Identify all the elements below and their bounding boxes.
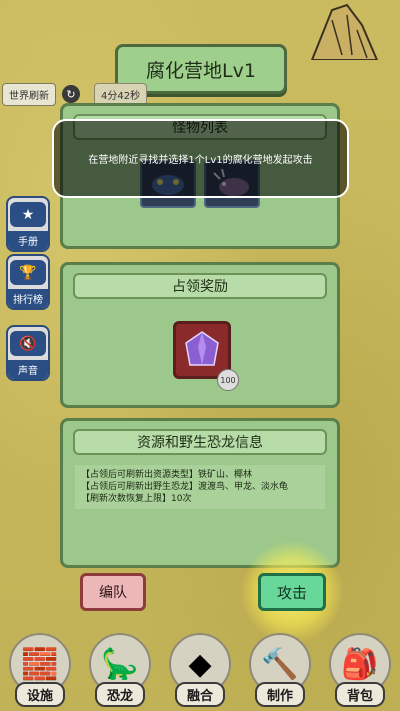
nav-item-backpack[interactable]: 🎒 背包: [323, 623, 397, 707]
attack-button[interactable]: 攻击: [258, 573, 326, 611]
side-button-sound[interactable]: 🔇 声音: [6, 325, 50, 381]
speaker-mute-icon: 🔇: [10, 331, 46, 356]
nav-label: 制作: [254, 682, 305, 707]
nav-label: 背包: [334, 682, 385, 707]
resource-info-body: 【占领后可刷新出资源类型】铁矿山、椰林 【占领后可刷新出野生恐龙】渡渡鸟、甲龙、…: [75, 465, 325, 509]
nav-label: 恐龙: [94, 682, 145, 707]
nav-item-fusion[interactable]: ◆ 融合: [163, 623, 237, 707]
reward-count: 100: [217, 369, 239, 391]
book-star-icon: ★: [10, 202, 46, 227]
nav-label: 设施: [14, 682, 65, 707]
info-line: 【占领后可刷新出资源类型】铁矿山、椰林: [81, 470, 253, 480]
nav-item-facilities[interactable]: 🧱 设施: [3, 623, 77, 707]
refresh-icon[interactable]: ↻: [62, 85, 80, 103]
nav-label: 融合: [174, 682, 225, 707]
side-button-label: 手册: [8, 231, 48, 250]
edit-team-button[interactable]: 编队: [80, 573, 146, 611]
info-line: 【占领后可刷新出野生恐龙】渡渡鸟、甲龙、淡水龟: [81, 482, 289, 492]
bottom-nav: 🧱 设施 🦕 恐龙 ◆ 融合 🔨 制作 🎒 背包: [0, 624, 400, 711]
reward-header: 占领奖励: [73, 273, 327, 299]
nav-item-dinosaurs[interactable]: 🦕 恐龙: [83, 623, 157, 707]
side-button-handbook[interactable]: ★ 手册: [6, 196, 50, 252]
resource-info-header: 资源和野生恐龙信息: [73, 429, 327, 455]
info-line: 【刷新次数恢复上限】10次: [81, 494, 192, 504]
side-button-leaderboard[interactable]: 🏆 排行榜: [6, 254, 50, 310]
side-button-label: 声音: [8, 360, 48, 379]
trophy-icon: 🏆: [10, 260, 46, 285]
tree-decoration: [310, 3, 379, 60]
side-button-label: 排行榜: [8, 289, 48, 308]
refresh-label: 世界刷新: [2, 82, 56, 106]
guide-tooltip: 在营地附近寻找并选择1个Lv1的腐化营地发起攻击: [52, 119, 349, 198]
world-refresh: 世界刷新 ↻ 4分42秒: [2, 82, 148, 106]
purple-crystal-icon: [185, 331, 219, 366]
nav-item-crafting[interactable]: 🔨 制作: [243, 623, 317, 707]
reward-panel: 占领奖励 100: [60, 262, 340, 408]
